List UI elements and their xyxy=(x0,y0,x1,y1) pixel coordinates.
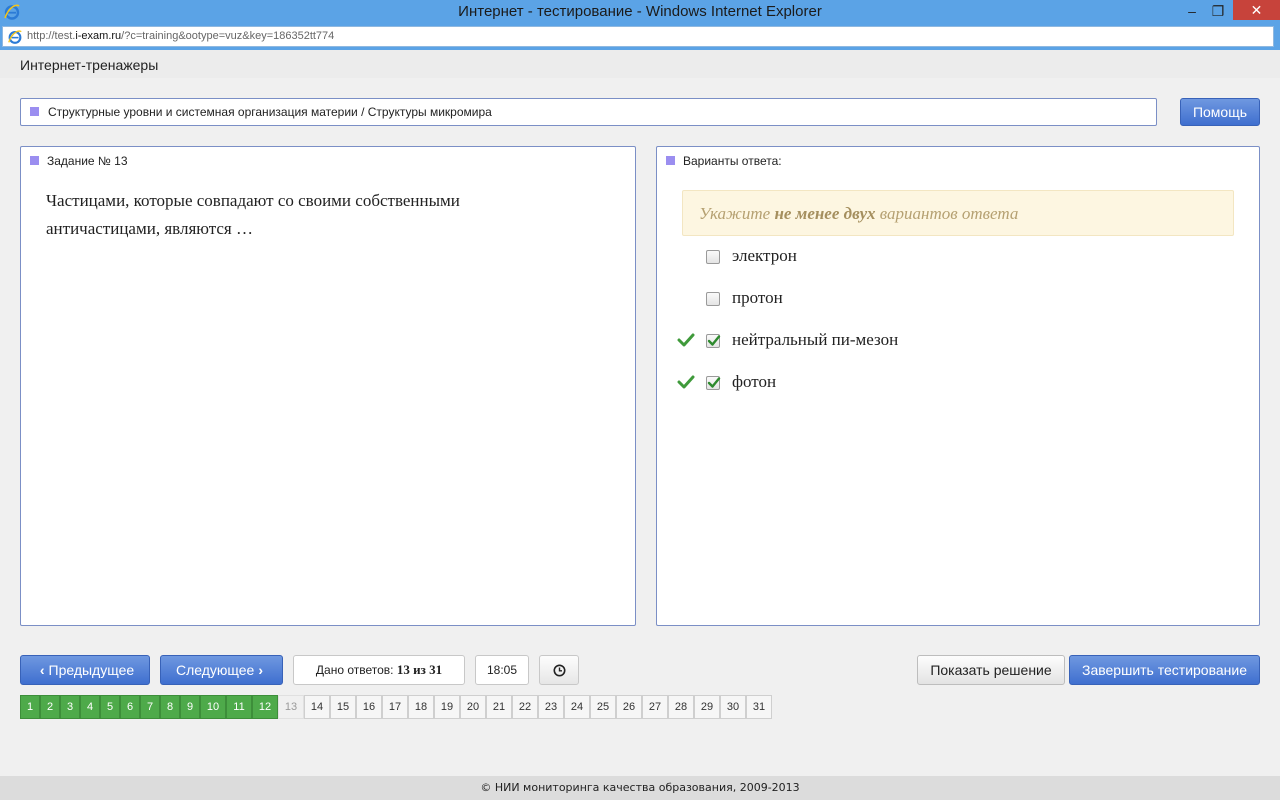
url-domain: i-exam.ru xyxy=(75,30,122,42)
page-button-7[interactable]: 7 xyxy=(140,695,160,719)
answer-option-proton[interactable]: протон xyxy=(677,287,1077,311)
page-button-29[interactable]: 29 xyxy=(694,695,720,719)
address-field[interactable]: http://test.i-exam.ru/?c=training&ootype… xyxy=(2,26,1274,47)
page-button-12[interactable]: 12 xyxy=(252,695,278,719)
correct-check-icon xyxy=(677,375,695,389)
page-button-11[interactable]: 11 xyxy=(226,695,252,719)
app-title: Интернет-тренажеры xyxy=(20,57,159,73)
task-panel: Задание № 13 Частицами, которые совпадаю… xyxy=(20,146,636,626)
bullet-square-icon xyxy=(30,156,39,165)
answered-label: Дано ответов: xyxy=(315,663,394,677)
page-button-8[interactable]: 8 xyxy=(160,695,180,719)
page-button-28[interactable]: 28 xyxy=(668,695,694,719)
previous-button[interactable]: ‹ Предыдущее xyxy=(20,655,150,685)
page-button-24[interactable]: 24 xyxy=(564,695,590,719)
page-button-23[interactable]: 23 xyxy=(538,695,564,719)
answer-label: фотон xyxy=(732,372,777,391)
hint-pre: Укажите xyxy=(699,204,775,223)
answer-option-neutral-pion[interactable]: нейтральный пи-мезон xyxy=(677,329,1077,353)
page-button-25[interactable]: 25 xyxy=(590,695,616,719)
maximize-button[interactable]: ❐ xyxy=(1203,0,1233,22)
next-label: Следующее xyxy=(175,662,255,678)
breadcrumb: Структурные уровни и системная организац… xyxy=(20,98,1157,126)
page-button-20[interactable]: 20 xyxy=(460,695,486,719)
finish-test-button[interactable]: Завершить тестирование xyxy=(1069,655,1260,685)
bullet-square-icon xyxy=(30,107,39,116)
page-button-2[interactable]: 2 xyxy=(40,695,60,719)
clock-button[interactable] xyxy=(539,655,579,685)
help-button[interactable]: Помощь xyxy=(1180,98,1260,126)
answer-checkbox[interactable] xyxy=(706,250,720,264)
page-button-10[interactable]: 10 xyxy=(200,695,226,719)
answer-checkbox-checked[interactable] xyxy=(706,334,721,348)
url-rest: /?c=training&ootype=vuz&key=186352tt774 xyxy=(121,30,335,42)
previous-label: Предыдущее xyxy=(48,662,135,678)
footer: © НИИ мониторинга качества образования, … xyxy=(0,776,1280,800)
window-title: Интернет - тестирование - Windows Intern… xyxy=(458,3,822,20)
page-button-13[interactable]: 13 xyxy=(278,695,304,719)
show-solution-button[interactable]: Показать решение xyxy=(917,655,1065,685)
page-button-17[interactable]: 17 xyxy=(382,695,408,719)
app-header: Интернет-тренажеры xyxy=(0,50,1280,78)
page-button-22[interactable]: 22 xyxy=(512,695,538,719)
hint-text: Укажите не менее двух вариантов ответа xyxy=(699,204,1018,224)
page-button-1[interactable]: 1 xyxy=(20,695,40,719)
hint-bold: не менее двух xyxy=(774,204,876,223)
checkmark-icon xyxy=(707,335,721,346)
internet-explorer-icon xyxy=(8,30,22,44)
answer-option-photon[interactable]: фотон xyxy=(677,371,1077,395)
question-text: Частицами, которые совпадают со своими с… xyxy=(46,191,460,238)
page-button-27[interactable]: 27 xyxy=(642,695,668,719)
chevron-left-icon: ‹ xyxy=(39,662,45,678)
answer-label: протон xyxy=(732,288,783,307)
checkmark-icon xyxy=(707,377,721,388)
page-button-30[interactable]: 30 xyxy=(720,695,746,719)
page-button-15[interactable]: 15 xyxy=(330,695,356,719)
question-pager: 1 2 3 4 5 6 7 8 9 10 11 12 13 14 15 16 17 18 19 20 21 22 23 24 2… xyxy=(20,695,780,719)
page-button-19[interactable]: 19 xyxy=(434,695,460,719)
page-button-18[interactable]: 18 xyxy=(408,695,434,719)
page-button-16[interactable]: 16 xyxy=(356,695,382,719)
bullet-square-icon xyxy=(666,156,675,165)
answer-label: электрон xyxy=(732,246,797,265)
answer-option-electron[interactable]: электрон xyxy=(677,245,1077,269)
answer-hint: Укажите не менее двух вариантов ответа xyxy=(682,190,1234,236)
page-button-3[interactable]: 3 xyxy=(60,695,80,719)
answered-counter: Дано ответов: 13 из 31 xyxy=(293,655,465,685)
answer-checkbox-checked[interactable] xyxy=(706,376,721,390)
chevron-right-icon: › xyxy=(258,662,264,678)
answered-value: 13 из 31 xyxy=(396,662,443,677)
page-button-4[interactable]: 4 xyxy=(80,695,100,719)
timer: 18:05 xyxy=(475,655,529,685)
address-url: http://test.i-exam.ru/?c=training&ootype… xyxy=(27,30,334,42)
breadcrumb-text: Структурные уровни и системная организац… xyxy=(48,105,492,119)
page: Интернет-тренажеры Структурные уровни и … xyxy=(0,50,1280,776)
close-button[interactable]: ✕ xyxy=(1233,0,1280,20)
page-button-21[interactable]: 21 xyxy=(486,695,512,719)
page-button-9[interactable]: 9 xyxy=(180,695,200,719)
window-titlebar: Интернет - тестирование - Windows Intern… xyxy=(0,0,1280,24)
hint-post: вариантов ответа xyxy=(875,204,1019,223)
answers-title: Варианты ответа: xyxy=(683,154,782,168)
page-button-31[interactable]: 31 xyxy=(746,695,772,719)
correct-check-icon xyxy=(677,333,695,347)
page-button-5[interactable]: 5 xyxy=(100,695,120,719)
address-bar: http://test.i-exam.ru/?c=training&ootype… xyxy=(0,24,1280,50)
next-button[interactable]: Следующее › xyxy=(160,655,283,685)
answers-panel: Варианты ответа: Укажите не менее двух в… xyxy=(656,146,1260,626)
page-button-26[interactable]: 26 xyxy=(616,695,642,719)
clock-icon xyxy=(553,664,566,677)
answer-checkbox[interactable] xyxy=(706,292,720,306)
url-prefix: http://test. xyxy=(27,30,76,42)
task-title: Задание № 13 xyxy=(47,154,128,168)
page-button-6[interactable]: 6 xyxy=(120,695,140,719)
page-button-14[interactable]: 14 xyxy=(304,695,330,719)
answer-label: нейтральный пи-мезон xyxy=(732,330,899,349)
